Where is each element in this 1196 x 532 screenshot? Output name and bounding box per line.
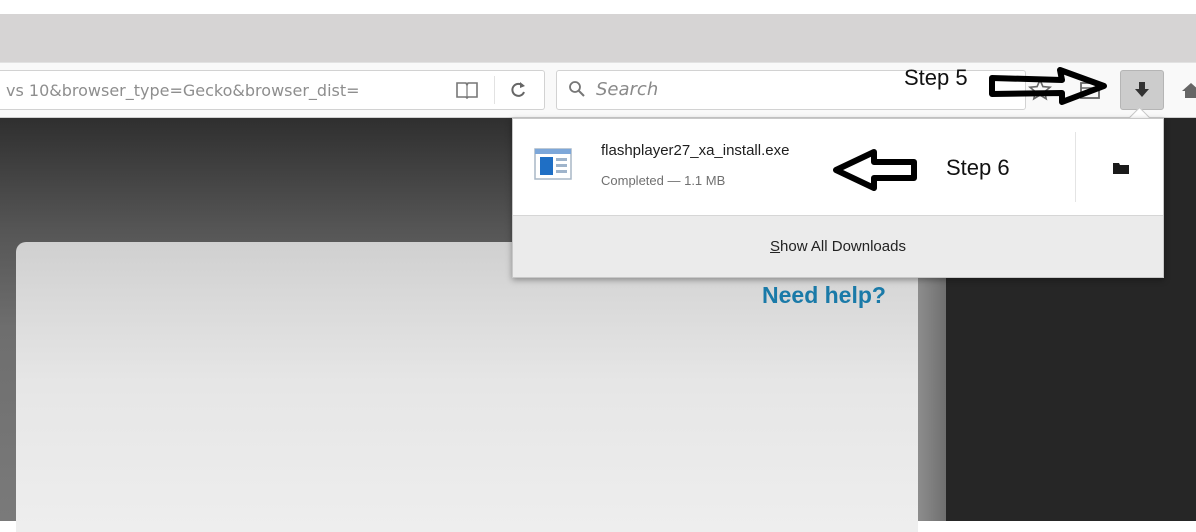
home-icon[interactable] [1182,78,1196,102]
download-status: Completed — 1.1 MB [601,173,726,188]
show-all-downloads-button[interactable]: Show All Downloads [513,236,1163,258]
left-arrow-annotation-icon [830,148,920,192]
reload-icon[interactable] [508,79,528,101]
download-file-name[interactable]: flashplayer27_xa_install.exe [601,141,789,161]
show-all-accesskey: S [770,238,781,255]
right-arrow-annotation-icon [986,66,1110,106]
download-item-separator [1075,132,1076,202]
search-icon [568,80,586,98]
step-5-annotation: Step 5 [904,65,968,90]
window-top-edge [0,0,1196,14]
tab-strip [0,14,1196,62]
content-card-edge [918,262,946,521]
step-6-annotation: Step 6 [946,155,1010,180]
need-help-link[interactable]: Need help? [762,280,886,310]
folder-icon[interactable] [1112,160,1130,174]
url-bar-separator [494,76,495,104]
url-text[interactable]: vs 10&browser_type=Gecko&browser_dist= [6,79,426,103]
download-arrow-icon[interactable] [1130,78,1154,102]
url-fade-overlay [392,72,438,108]
show-all-label: how All Downloads [780,238,906,255]
reader-view-icon[interactable] [455,80,479,100]
installer-file-icon [534,148,572,180]
search-placeholder[interactable]: Search [596,78,658,102]
